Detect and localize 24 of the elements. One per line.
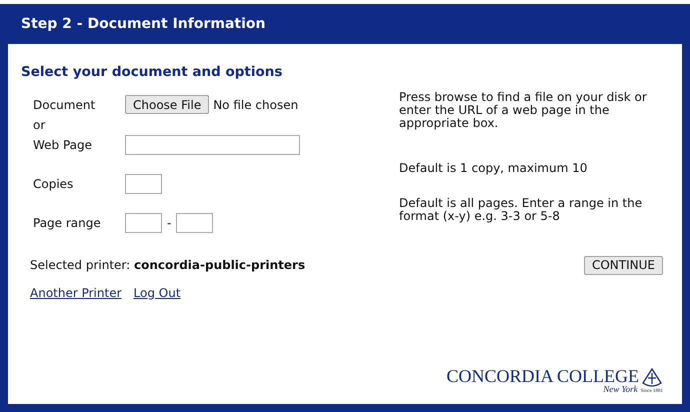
continue-button[interactable]: CONTINUE	[584, 256, 663, 274]
logo-place: New York	[603, 385, 638, 394]
choose-file-button[interactable]: Choose File	[125, 95, 210, 114]
field-label: Copies	[32, 176, 74, 192]
copies-field[interactable]	[125, 174, 162, 194]
nav-link[interactable]: Another Printer	[30, 284, 122, 302]
help-text: Press browse to find a file on your disk or enter the URL of a web page in the appropriate box.	[399, 90, 648, 130]
help-text: Default is 1 copy, maximum 10	[399, 162, 588, 174]
field-label: Web Page	[32, 136, 94, 154]
page-from-field[interactable]	[125, 212, 162, 232]
field-label: or	[32, 116, 46, 134]
selected-printer: Selected printer: concordia-public-printers	[29, 257, 306, 274]
logo-name: CONCORDIA COLLEGE	[446, 367, 639, 385]
field-label: Document	[32, 96, 96, 114]
shield-icon	[642, 368, 662, 388]
file-status: No file chosen	[213, 96, 298, 114]
section-title: Select your document and options	[21, 66, 284, 80]
help-text: Default is all pages. Enter a range in the format (x-y) e.g. 3-3 or 5-8	[399, 196, 644, 222]
nav-link[interactable]: Log Out	[134, 284, 181, 302]
web-page-field[interactable]	[125, 134, 300, 154]
field-label: Page range	[32, 214, 102, 232]
header-title: Step 2 - Document Information	[21, 14, 266, 34]
page-to-field[interactable]	[176, 212, 214, 232]
range-dash: -	[167, 214, 172, 232]
